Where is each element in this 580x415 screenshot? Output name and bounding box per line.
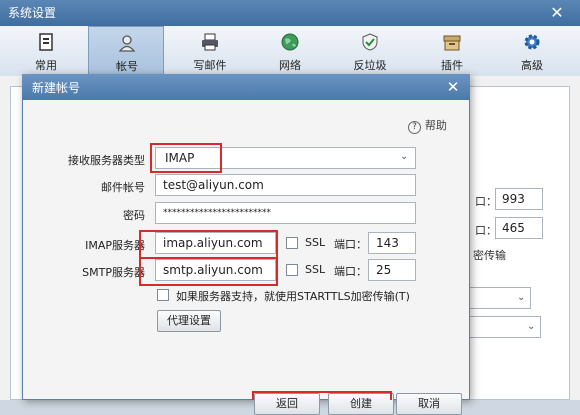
tab-general-label: 常用 xyxy=(35,59,57,72)
tab-plugins-label: 插件 xyxy=(441,59,463,72)
tab-network-label: 网络 xyxy=(279,59,301,72)
smtp-ssl-label: SSL xyxy=(305,263,326,276)
shield-icon xyxy=(362,33,378,51)
password-field[interactable]: ************************ xyxy=(155,202,416,224)
printer-icon xyxy=(202,33,218,51)
chevron-down-icon: ⌄ xyxy=(527,321,536,332)
bg-port-label-2: 口： xyxy=(475,224,497,237)
help-icon: ? xyxy=(408,121,421,134)
imap-port-label: 端口： xyxy=(334,238,367,251)
email-label: 邮件帐号 xyxy=(101,181,145,194)
chevron-down-icon: ⌄ xyxy=(400,151,409,162)
bg-imap-port-field[interactable]: 993 xyxy=(495,188,543,210)
gear-icon xyxy=(524,34,540,50)
user-icon xyxy=(118,35,136,52)
smtp-ssl-checkbox[interactable] xyxy=(286,264,298,276)
help-label: 帮助 xyxy=(424,119,447,132)
tab-antispam[interactable]: 反垃圾 xyxy=(332,26,408,76)
window-title: 系统设置 xyxy=(8,6,57,20)
imap-port-field[interactable]: 143 xyxy=(368,232,416,254)
smtp-port-field[interactable]: 25 xyxy=(368,259,416,281)
window-close-icon[interactable]: ✕ xyxy=(548,4,566,22)
tab-antispam-label: 反垃圾 xyxy=(353,59,387,72)
highlight-box xyxy=(252,391,392,400)
box-icon xyxy=(443,35,461,51)
dialog-close-icon[interactable]: ✕ xyxy=(444,78,462,96)
settings-doc-icon xyxy=(39,33,53,51)
bg-port-label-1: 口： xyxy=(475,195,497,208)
starttls-checkbox[interactable] xyxy=(157,289,169,301)
window-titlebar xyxy=(0,0,580,26)
tab-account[interactable]: 帐号 xyxy=(88,26,164,76)
email-field[interactable]: test@aliyun.com xyxy=(155,174,416,196)
cancel-button[interactable]: 取消 xyxy=(396,393,462,415)
tab-compose[interactable]: 写邮件 xyxy=(172,26,248,76)
bg-encryption-text: 密传输 xyxy=(473,249,506,262)
imap-ssl-label: SSL xyxy=(305,236,326,249)
imap-server-label: IMAP服务器 xyxy=(85,239,145,252)
highlight-box xyxy=(150,143,222,173)
tab-plugins[interactable]: 插件 xyxy=(414,26,490,76)
globe-icon xyxy=(281,33,299,51)
help-link[interactable]: ? 帮助 xyxy=(408,117,447,134)
tab-advanced-label: 高级 xyxy=(521,59,543,72)
proxy-settings-button[interactable]: 代理设置 xyxy=(157,310,221,332)
dialog-title: 新建帐号 xyxy=(32,81,81,95)
highlight-box xyxy=(139,230,278,259)
imap-ssl-checkbox[interactable] xyxy=(286,237,298,249)
starttls-label: 如果服务器支持，就使用STARTTLS加密传输(T) xyxy=(176,290,410,303)
smtp-port-label: 端口： xyxy=(334,265,367,278)
tab-account-label: 帐号 xyxy=(116,60,138,73)
password-label: 密码 xyxy=(123,209,145,222)
chevron-down-icon: ⌄ xyxy=(517,292,526,303)
dialog-titlebar xyxy=(22,74,470,100)
tab-compose-label: 写邮件 xyxy=(193,59,227,72)
server-type-label: 接收服务器类型 xyxy=(68,154,145,167)
tab-network[interactable]: 网络 xyxy=(252,26,328,76)
tab-general[interactable]: 常用 xyxy=(8,26,84,76)
settings-toolbar: 常用 帐号 写邮件 网络 反垃圾 插件 高级 xyxy=(0,26,580,77)
highlight-box xyxy=(139,257,278,286)
bg-smtp-port-field[interactable]: 465 xyxy=(495,217,543,239)
smtp-server-label: SMTP服务器 xyxy=(82,266,145,279)
tab-advanced[interactable]: 高级 xyxy=(494,26,570,76)
